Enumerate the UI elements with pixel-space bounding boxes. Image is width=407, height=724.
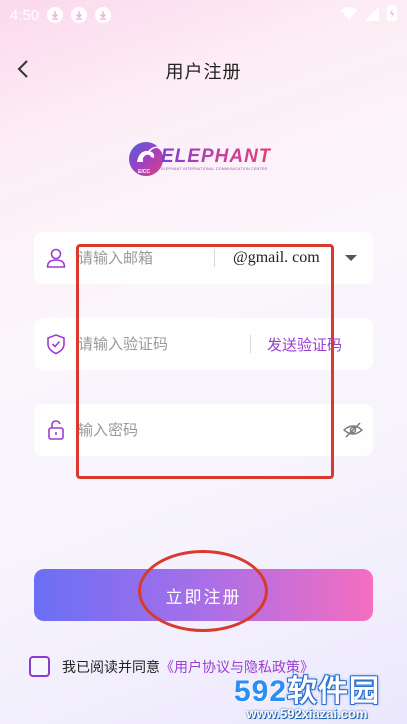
password-field xyxy=(34,404,373,456)
chevron-down-icon[interactable] xyxy=(345,255,357,261)
download-icon xyxy=(71,7,88,23)
register-button[interactable]: 立即注册 xyxy=(34,569,373,621)
signal-icon xyxy=(365,6,379,25)
password-input[interactable] xyxy=(78,415,333,445)
verification-code-input[interactable] xyxy=(78,329,250,359)
agreement-text: 我已阅读并同意 xyxy=(62,659,160,676)
download-icon xyxy=(95,7,112,23)
battery-icon xyxy=(387,5,397,25)
wifi-icon xyxy=(341,6,357,25)
watermark-number: 592 xyxy=(233,674,288,708)
nav-bar: 用户注册 xyxy=(0,50,407,90)
watermark-main: 592软件园 xyxy=(234,666,380,710)
status-bar: 4:50 xyxy=(0,0,407,30)
logo-subtitle: ELEPHANT INTERNATIONAL COMMUNICATION CEN… xyxy=(161,167,268,171)
elephant-logo-icon: EICC xyxy=(129,142,163,176)
agreement-checkbox[interactable] xyxy=(29,656,50,677)
app-logo: EICC ELEPHANT ELEPHANT INTERNATIONAL COM… xyxy=(127,140,282,180)
shield-check-icon xyxy=(34,333,78,355)
send-code-button[interactable]: 发送验证码 xyxy=(251,334,358,355)
watermark-url: www.592xiazai.com xyxy=(246,705,368,721)
email-input[interactable] xyxy=(78,243,214,273)
logo-text: ELEPHANT xyxy=(161,146,272,167)
eye-off-icon[interactable] xyxy=(333,422,373,438)
watermark-text: 软件园 xyxy=(287,674,381,708)
verification-code-field: 发送验证码 xyxy=(34,318,373,370)
download-icon xyxy=(47,7,64,23)
email-domain-select[interactable]: @gmail. com xyxy=(215,249,345,267)
email-field: @gmail. com xyxy=(34,232,373,284)
logo-badge: EICC xyxy=(138,169,150,175)
status-time: 4:50 xyxy=(10,6,40,24)
page-title: 用户注册 xyxy=(165,62,242,83)
lock-icon xyxy=(34,419,78,441)
user-icon xyxy=(34,247,78,269)
watermark: 592软件园 www.592xiazai.com xyxy=(207,662,407,724)
